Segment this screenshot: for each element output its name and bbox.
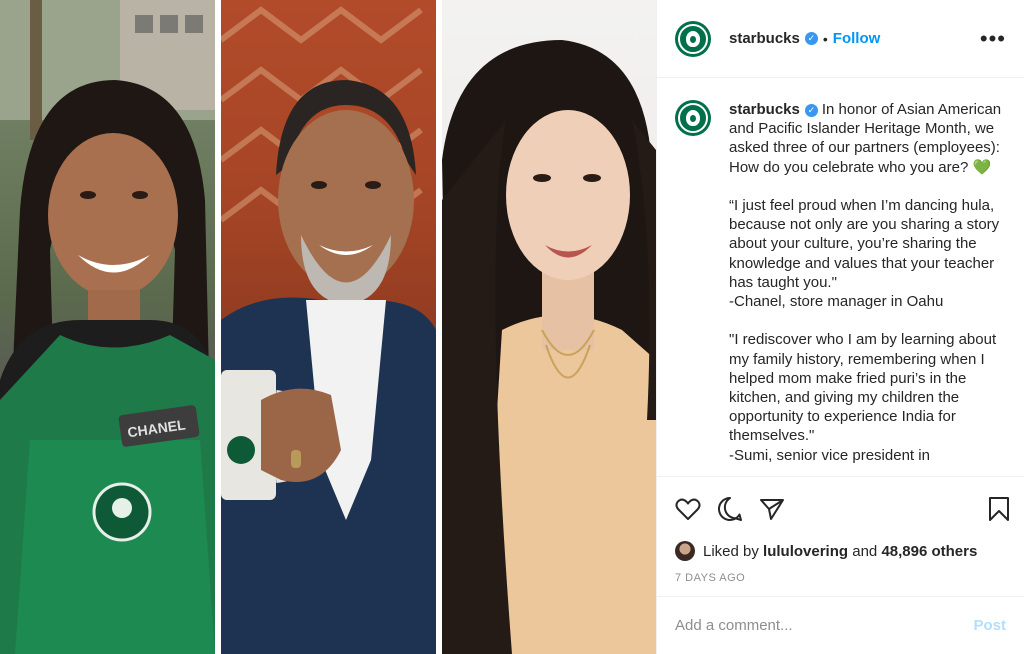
photo-third-partner	[442, 0, 656, 654]
likes-middle: and	[852, 542, 878, 560]
follow-button[interactable]: Follow	[833, 30, 881, 47]
caption-username[interactable]: starbucks	[729, 101, 800, 118]
share-icon[interactable]	[759, 497, 785, 521]
caption-verified-badge-icon: ✓	[804, 103, 818, 117]
photo-chanel: CHANEL	[0, 0, 215, 654]
photo-sumi	[221, 0, 436, 654]
separator-dot: •	[822, 30, 828, 47]
photo-sumi-illustration	[221, 6, 436, 654]
instagram-post: CHANEL starbucks ✓ • Follow ••• starbuck…	[0, 0, 1024, 654]
liker-avatar[interactable]	[675, 541, 695, 561]
post-comment-button[interactable]: Post	[973, 617, 1006, 634]
post-media[interactable]: CHANEL	[0, 0, 656, 654]
photo-chanel-illustration: CHANEL	[0, 0, 215, 654]
likes-summary: Liked by lululovering and 48,896 others	[657, 540, 1024, 562]
bookmark-icon[interactable]	[988, 496, 1010, 522]
likes-prefix: Liked by	[703, 542, 759, 560]
likes-count[interactable]: 48,896 others	[881, 543, 977, 560]
post-side-panel: starbucks ✓ • Follow ••• starbucks ✓ In ho…	[656, 0, 1024, 654]
heart-icon[interactable]	[675, 497, 701, 521]
comment-box: Add a comment... Post	[657, 596, 1024, 654]
caption-area: starbucks ✓ In honor of Asian American and…	[657, 78, 1024, 476]
caption-avatar[interactable]	[675, 100, 711, 136]
header-username[interactable]: starbucks	[729, 30, 800, 47]
caption-siren-logo-icon	[686, 110, 700, 126]
verified-badge-icon: ✓	[804, 32, 818, 45]
post-date[interactable]: 7 DAYS AGO	[657, 562, 1024, 596]
starbucks-avatar[interactable]	[675, 20, 711, 57]
caption-body: In honor of Asian American and Pacific I…	[729, 101, 1002, 464]
post-header: starbucks ✓ • Follow •••	[657, 0, 1024, 78]
caption-text: starbucks ✓ In honor of Asian American and…	[729, 100, 1007, 476]
liker-username[interactable]: lululovering	[763, 543, 848, 560]
photo-third-partner-illustration	[442, 40, 656, 654]
comment-input[interactable]: Add a comment...	[675, 617, 793, 634]
comment-icon[interactable]	[717, 496, 743, 522]
siren-logo-icon	[686, 30, 700, 47]
more-options-icon[interactable]: •••	[980, 27, 1006, 49]
action-bar	[657, 476, 1024, 540]
